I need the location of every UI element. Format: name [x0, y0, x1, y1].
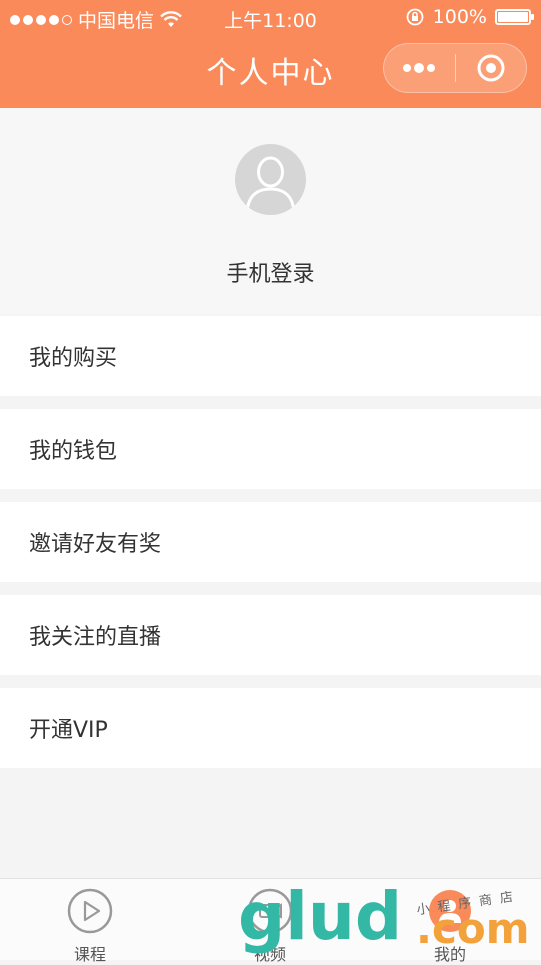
tab-label: 我的 — [433, 945, 466, 964]
header: 中国电信 上午11:00 100% 个人中心 — [0, 0, 541, 108]
menu-item-label: 开通VIP — [29, 718, 108, 743]
menu-item-label: 我的购买 — [29, 346, 118, 371]
profile-section: 手机登录 — [0, 108, 541, 314]
menu-item-label: 我关注的直播 — [29, 625, 162, 650]
avatar[interactable] — [235, 144, 306, 215]
menu-item-label: 我的钱包 — [29, 439, 118, 464]
menu-item-open-vip[interactable]: 开通VIP — [0, 688, 541, 768]
menu-item-invite-friends[interactable]: 邀请好友有奖 — [0, 502, 541, 582]
more-button[interactable] — [384, 44, 455, 92]
status-right: 100% — [405, 6, 534, 28]
rotation-lock-icon — [406, 8, 424, 26]
close-button[interactable] — [456, 44, 527, 92]
tab-videos[interactable]: 视频 — [220, 887, 320, 965]
target-close-icon — [477, 54, 505, 82]
tab-courses[interactable]: 课程 — [40, 887, 140, 965]
play-circle-icon — [67, 888, 113, 934]
mini-program-capsule — [383, 43, 527, 93]
default-avatar-icon — [245, 156, 296, 215]
menu-item-label: 邀请好友有奖 — [29, 532, 162, 557]
menu-item-my-purchases[interactable]: 我的购买 — [0, 316, 541, 396]
tab-mine[interactable]: 我的 — [400, 887, 500, 965]
video-camera-icon — [247, 888, 293, 934]
more-dots-icon — [403, 63, 436, 73]
user-icon — [429, 890, 471, 932]
tab-label: 视频 — [253, 945, 286, 964]
menu-item-my-wallet[interactable]: 我的钱包 — [0, 409, 541, 489]
status-bar: 中国电信 上午11:00 100% — [0, 0, 541, 36]
phone-login-link[interactable]: 手机登录 — [0, 256, 541, 288]
tab-bar: 课程 视频 我的 — [0, 878, 541, 964]
battery-icon — [495, 9, 534, 25]
menu-item-followed-live[interactable]: 我关注的直播 — [0, 595, 541, 675]
battery-percent: 100% — [432, 6, 487, 28]
tab-label: 课程 — [73, 945, 106, 964]
